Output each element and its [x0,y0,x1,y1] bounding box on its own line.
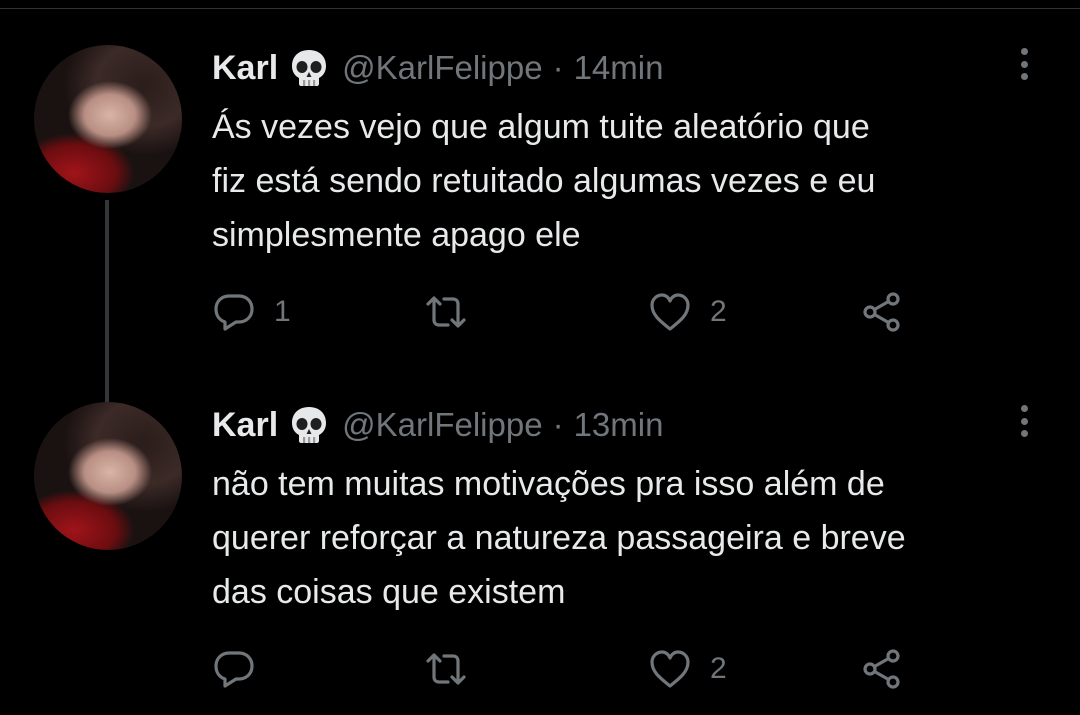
separator-dot: · [552,49,564,86]
tweet-thread: Karl @KarlFelippe · 14min Ás vezes vejo … [0,0,1080,715]
tweet-text: não tem muitas motivações pra isso além … [212,465,906,611]
retweet-button[interactable] [424,287,486,337]
like-count: 2 [710,652,727,685]
like-button[interactable]: 2 [648,644,727,694]
like-count: 2 [710,295,727,328]
heart-icon [650,650,690,688]
tweet[interactable]: Karl @KarlFelippe · 13min não tem muitas… [0,397,1080,715]
author-name[interactable]: Karl [212,406,278,445]
heart-icon [650,293,690,331]
separator-dot: · [552,406,564,443]
reply-icon [214,294,254,331]
tweet-timestamp[interactable]: 13min [574,406,664,444]
share-button[interactable] [860,287,904,337]
tweet-header: Karl @KarlFelippe · 13min [212,401,663,449]
top-divider [0,8,1080,9]
author-name[interactable]: Karl [212,49,278,88]
reply-count: 1 [274,295,291,328]
tweet-actions: 1 2 [212,287,932,337]
tweet-text: Ás vezes vejo que algum tuite aleatório … [212,108,876,254]
tweet[interactable]: Karl @KarlFelippe · 14min Ás vezes vejo … [0,40,1080,432]
share-button[interactable] [860,644,904,694]
skull-emoji-icon [292,407,327,443]
reply-button[interactable]: 1 [212,287,291,337]
tweet-timestamp[interactable]: 14min [574,49,664,87]
reply-icon [214,651,254,688]
avatar[interactable] [34,402,182,550]
avatar[interactable] [34,45,182,193]
retweet-icon [426,296,466,328]
reply-button[interactable] [212,644,274,694]
share-icon [863,649,900,689]
tweet-actions: 2 [212,644,932,694]
more-options-icon[interactable] [1012,403,1036,439]
author-handle[interactable]: @KarlFelippe [342,49,542,87]
share-icon [863,292,900,332]
retweet-button[interactable] [424,644,486,694]
author-handle[interactable]: @KarlFelippe [342,406,542,444]
retweet-icon [426,653,466,685]
skull-emoji-icon [292,50,327,86]
more-options-icon[interactable] [1012,46,1036,82]
tweet-header: Karl @KarlFelippe · 14min [212,44,663,92]
like-button[interactable]: 2 [648,287,727,337]
